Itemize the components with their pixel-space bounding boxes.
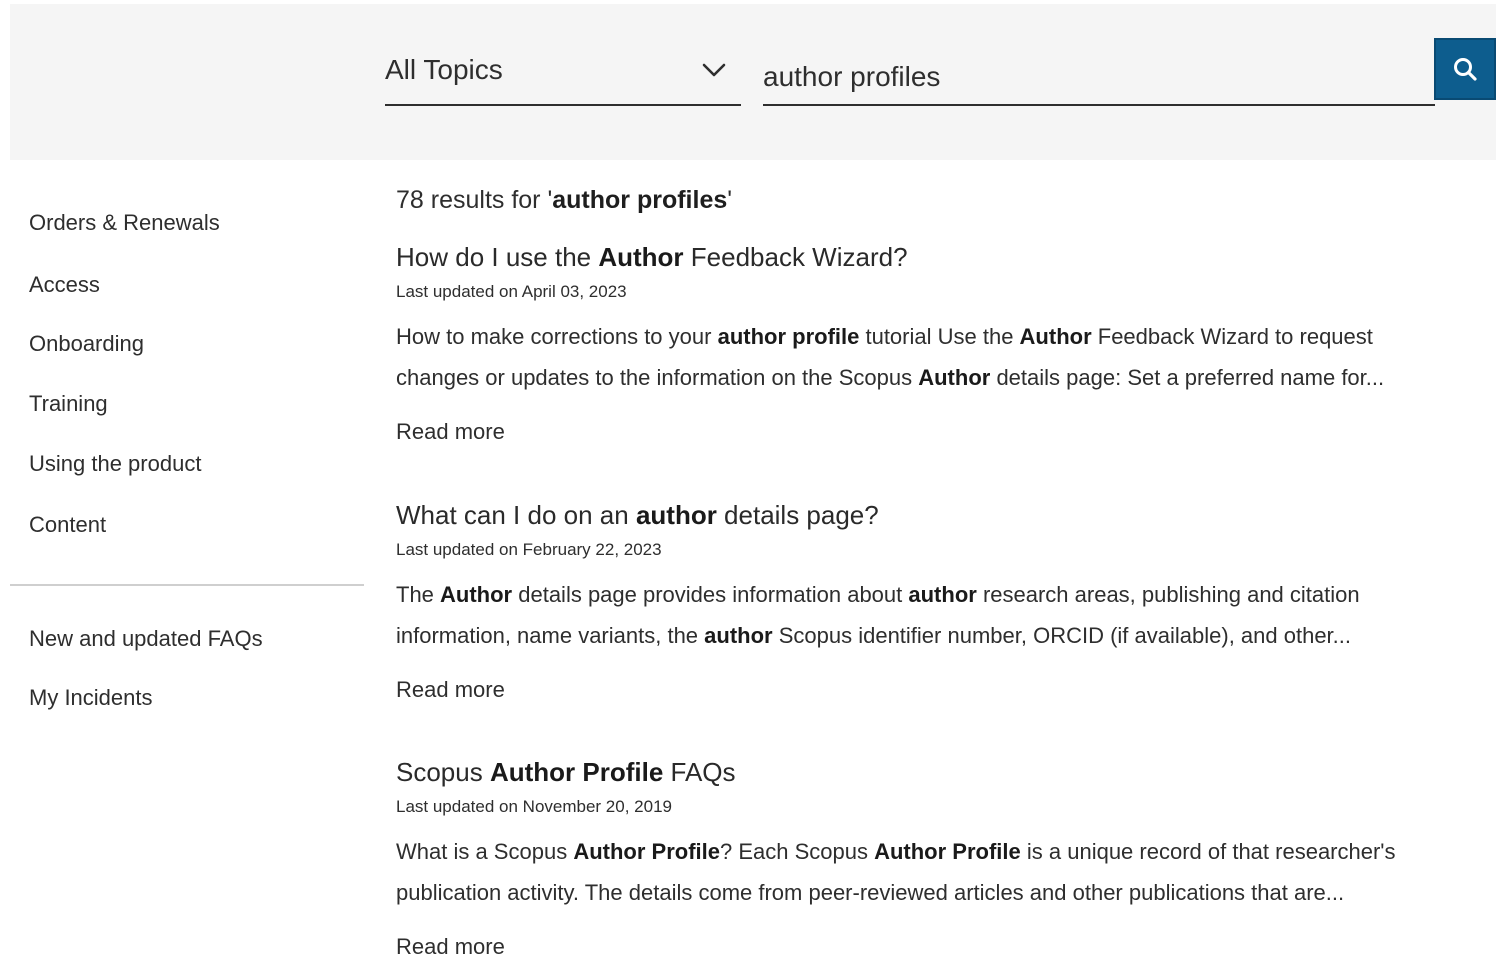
- text-run: What can I do on an: [396, 500, 636, 530]
- text-run: How do I use the: [396, 242, 599, 272]
- text-run: details page: Set a preferred name for..…: [990, 365, 1385, 390]
- text-run: information, name variants, the: [396, 623, 705, 648]
- results-count: 78 results for 'author profiles': [396, 186, 732, 215]
- highlighted-term: Author Profile: [874, 839, 1021, 864]
- read-more-link[interactable]: Read more: [396, 677, 505, 703]
- result-snippet-line: publication activity. The details come f…: [396, 880, 1344, 906]
- highlighted-term: author: [908, 582, 977, 607]
- topic-dropdown-value: All Topics: [385, 54, 503, 85]
- highlighted-term: Author Profile: [573, 839, 720, 864]
- highlighted-term: Author: [1019, 324, 1092, 349]
- result-title[interactable]: What can I do on an author details page?: [396, 500, 879, 531]
- result-snippet-line: How to make corrections to your author p…: [396, 324, 1373, 350]
- highlighted-term: author: [635, 500, 717, 530]
- sidebar-item-orders-renewals[interactable]: Orders & Renewals: [29, 210, 220, 236]
- search-button[interactable]: [1434, 38, 1496, 100]
- search-icon: [1454, 58, 1477, 81]
- result-updated-date: Last updated on February 22, 2023: [396, 540, 662, 559]
- topic-dropdown[interactable]: All Topics: [385, 44, 741, 106]
- highlighted-term: author profile: [717, 324, 860, 349]
- text-run: is a unique record of that researcher's: [1020, 839, 1396, 864]
- sidebar-item-training[interactable]: Training: [29, 391, 108, 417]
- search-band: All Topics: [10, 4, 1496, 160]
- text-run: details page provides information about: [512, 582, 909, 607]
- results-count-prefix: results for ': [423, 186, 553, 214]
- sidebar-item-using-the-product[interactable]: Using the product: [29, 451, 201, 477]
- sidebar-item-my-incidents[interactable]: My Incidents: [29, 685, 153, 711]
- text-run: ? Each Scopus: [719, 839, 875, 864]
- text-run: Feedback Wizard?: [683, 242, 908, 272]
- highlighted-term: Author Profile: [489, 757, 664, 787]
- highlighted-term: author: [704, 623, 773, 648]
- result-title[interactable]: Scopus Author Profile FAQs: [396, 757, 736, 788]
- chevron-down-icon: [702, 63, 726, 77]
- search-input[interactable]: [763, 44, 1435, 106]
- read-more-link[interactable]: Read more: [396, 934, 505, 960]
- highlighted-term: Author: [598, 242, 684, 272]
- text-run: Feedback Wizard to request: [1091, 324, 1373, 349]
- text-run: tutorial Use the: [859, 324, 1020, 349]
- sidebar-divider: [10, 584, 364, 586]
- result-snippet-line: The Author details page provides informa…: [396, 582, 1360, 608]
- text-run: The: [396, 582, 441, 607]
- text-run: FAQs: [663, 757, 736, 787]
- sidebar-item-content[interactable]: Content: [29, 512, 106, 538]
- highlighted-term: Author: [918, 365, 991, 390]
- results-count-query: author profiles: [552, 186, 728, 214]
- sidebar-item-access[interactable]: Access: [29, 272, 100, 298]
- result-updated-date: Last updated on November 20, 2019: [396, 797, 672, 816]
- sidebar-item-new-and-updated-faqs[interactable]: New and updated FAQs: [29, 626, 263, 652]
- sidebar-item-onboarding[interactable]: Onboarding: [29, 331, 144, 357]
- result-snippet-line: changes or updates to the information on…: [396, 365, 1384, 391]
- text-run: How to make corrections to your: [396, 324, 718, 349]
- text-run: Scopus identifier number, ORCID (if avai…: [772, 623, 1352, 648]
- results-count-number: 78: [396, 186, 424, 214]
- text-run: research areas, publishing and citation: [976, 582, 1360, 607]
- result-title[interactable]: How do I use the Author Feedback Wizard?: [396, 242, 908, 273]
- text-run: changes or updates to the information on…: [396, 365, 919, 390]
- results-count-suffix: ': [727, 186, 733, 214]
- read-more-link[interactable]: Read more: [396, 419, 505, 445]
- text-run: details page?: [716, 500, 879, 530]
- text-run: publication activity. The details come f…: [396, 880, 1345, 905]
- text-run: Scopus: [396, 757, 490, 787]
- result-snippet-line: What is a Scopus Author Profile? Each Sc…: [396, 839, 1396, 865]
- result-snippet-line: information, name variants, the author S…: [396, 623, 1351, 649]
- result-updated-date: Last updated on April 03, 2023: [396, 282, 627, 301]
- highlighted-term: Author: [440, 582, 513, 607]
- text-run: What is a Scopus: [396, 839, 574, 864]
